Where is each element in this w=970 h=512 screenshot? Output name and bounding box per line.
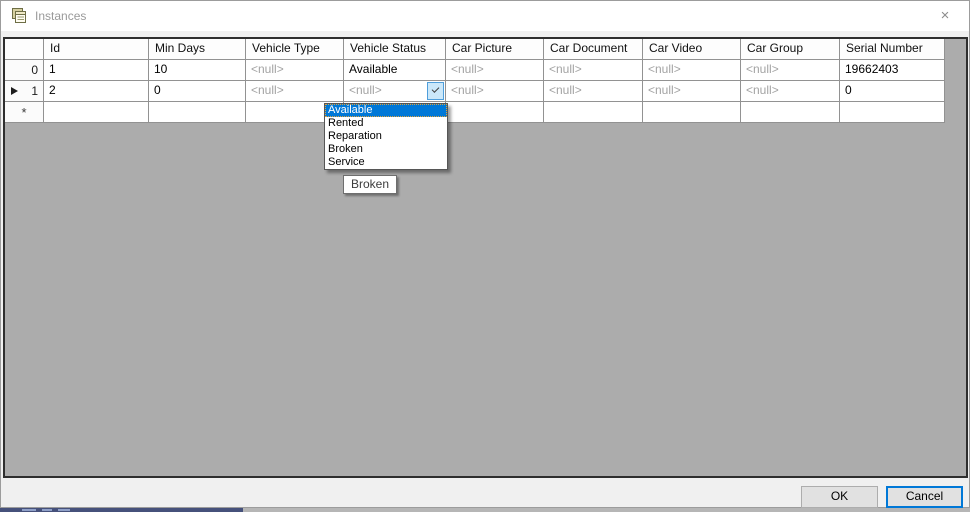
- dropdown-item-available[interactable]: Available: [325, 104, 447, 117]
- background-statusbar: [0, 508, 243, 512]
- grid-cell[interactable]: [544, 102, 643, 123]
- grid-cell[interactable]: [643, 102, 741, 123]
- column-header-car-document[interactable]: Car Document: [544, 39, 643, 60]
- tooltip: Broken: [343, 175, 398, 194]
- grid-cell[interactable]: 10: [149, 60, 246, 81]
- new-row-icon: *: [21, 104, 27, 120]
- dropdown-item-reparation[interactable]: Reparation: [325, 130, 447, 143]
- instances-grid: Id Min Days Vehicle Type Vehicle Status Car …: [3, 37, 968, 478]
- grid-cell[interactable]: <null>: [246, 81, 344, 102]
- chevron-down-icon: [431, 85, 440, 93]
- row-number: 0: [31, 62, 38, 77]
- grid-cell[interactable]: 19662403: [840, 60, 945, 81]
- grid-cell[interactable]: [741, 102, 840, 123]
- close-icon[interactable]: ×: [923, 1, 967, 31]
- screen: Instances × Id Min Days Vehicle Type Vehicl…: [0, 0, 970, 512]
- header-row: Id Min Days Vehicle Type Vehicle Status Car …: [5, 39, 966, 60]
- new-row-header[interactable]: *: [5, 102, 44, 123]
- grid-cell[interactable]: 0: [840, 81, 945, 102]
- instances-dialog: Instances × Id Min Days Vehicle Type Vehicl…: [0, 0, 970, 508]
- title-bar[interactable]: Instances ×: [1, 1, 969, 31]
- cancel-button[interactable]: Cancel: [886, 486, 963, 508]
- row-header-1[interactable]: 1: [5, 81, 44, 102]
- table-row: *: [5, 102, 966, 123]
- form-icon: [12, 8, 26, 23]
- vehicle-status-dropdown-list: Available Rented Reparation Broken Service: [324, 103, 448, 170]
- grid-cell[interactable]: <null>: [643, 60, 741, 81]
- grid-cell[interactable]: <null>: [643, 81, 741, 102]
- grid-cell[interactable]: 0: [149, 81, 246, 102]
- grid-cell[interactable]: <null>: [741, 81, 840, 102]
- grid-cell[interactable]: [149, 102, 246, 123]
- grid-cell[interactable]: <null>: [544, 81, 643, 102]
- grid-cell[interactable]: <null>: [344, 81, 446, 102]
- grid-cell[interactable]: <null>: [446, 60, 544, 81]
- current-row-icon: [11, 87, 18, 95]
- row-number: 1: [31, 83, 38, 98]
- ok-button[interactable]: OK: [801, 486, 878, 508]
- dropdown-item-broken[interactable]: Broken: [325, 143, 447, 156]
- grid-cell[interactable]: 1: [44, 60, 149, 81]
- column-header-car-video[interactable]: Car Video: [643, 39, 741, 60]
- grid-cell[interactable]: [44, 102, 149, 123]
- dropdown-item-rented[interactable]: Rented: [325, 117, 447, 130]
- vehicle-status-dropdown-button[interactable]: [427, 82, 444, 100]
- row-header-0[interactable]: 0: [5, 60, 44, 81]
- table-row: 1 2 0 <null> <null> <null> <null> <null> <null> 0: [5, 81, 966, 102]
- window-title: Instances: [35, 9, 87, 23]
- column-header-car-group[interactable]: Car Group: [741, 39, 840, 60]
- grid-cell[interactable]: Available: [344, 60, 446, 81]
- grid-cell[interactable]: <null>: [741, 60, 840, 81]
- grid-corner-cell[interactable]: [5, 39, 44, 60]
- table-row: 0 1 10 <null> Available <null> <null> <null> <nu…: [5, 60, 966, 81]
- dropdown-item-service[interactable]: Service: [325, 156, 447, 169]
- column-header-min-days[interactable]: Min Days: [149, 39, 246, 60]
- grid-cell[interactable]: 2: [44, 81, 149, 102]
- column-header-serial-number[interactable]: Serial Number: [840, 39, 945, 60]
- grid-cell[interactable]: [840, 102, 945, 123]
- grid-cell[interactable]: <null>: [544, 60, 643, 81]
- column-header-id[interactable]: Id: [44, 39, 149, 60]
- grid-cell[interactable]: <null>: [246, 60, 344, 81]
- column-header-vehicle-type[interactable]: Vehicle Type: [246, 39, 344, 60]
- column-header-car-picture[interactable]: Car Picture: [446, 39, 544, 60]
- column-header-vehicle-status[interactable]: Vehicle Status: [344, 39, 446, 60]
- grid-cell[interactable]: <null>: [446, 81, 544, 102]
- background-window-strip: [0, 508, 970, 512]
- grid-cell[interactable]: [446, 102, 544, 123]
